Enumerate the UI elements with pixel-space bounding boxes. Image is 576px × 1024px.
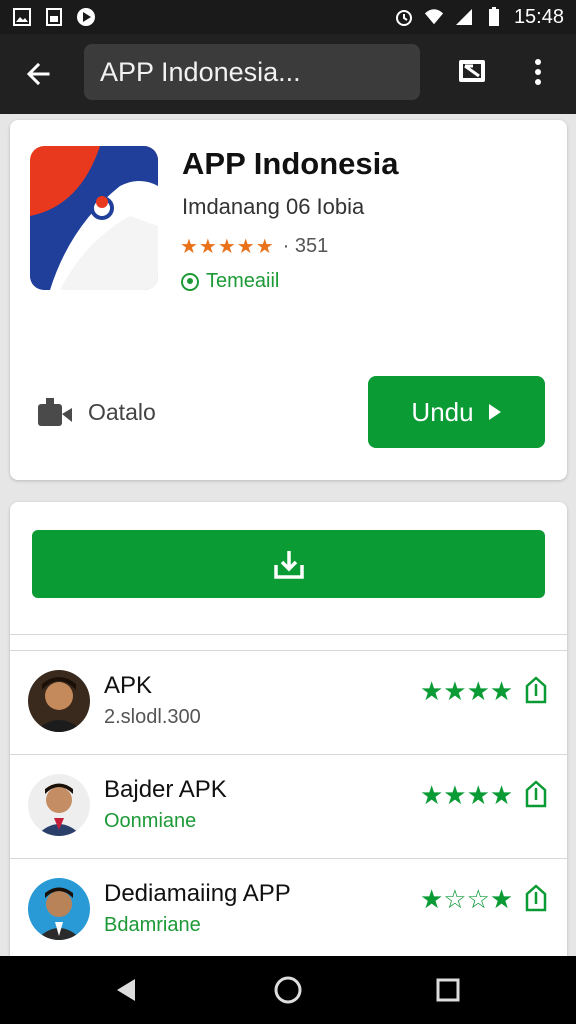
- more-options-button[interactable]: [518, 52, 558, 92]
- share-icon: [38, 398, 72, 426]
- download-button[interactable]: [32, 530, 545, 598]
- avatar: [28, 878, 90, 940]
- tag-label: Temeaiil: [206, 270, 280, 292]
- item-title: Dediamaiing APP: [104, 880, 291, 907]
- divider: [10, 634, 567, 635]
- list-item[interactable]: Dediamaiing APP Bdamriane ★☆☆★: [10, 860, 567, 962]
- play-arrow-icon: [488, 404, 501, 420]
- download-icon: [273, 551, 304, 579]
- app-name: APP Indonesia: [182, 146, 399, 181]
- list-card: APK 2.slodl.300 ★★★★ Bajder APK Oonmiane…: [10, 502, 567, 962]
- status-bar: 15:48: [0, 0, 576, 34]
- tag-row: Temeaiil: [180, 270, 279, 293]
- list-item[interactable]: APK 2.slodl.300 ★★★★: [10, 652, 567, 754]
- play-store-icon: [76, 7, 96, 27]
- divider: [10, 650, 567, 651]
- sim-card-icon: [44, 7, 64, 27]
- toolbar: APP Indonesia...: [0, 34, 576, 114]
- item-rating-stars: ★☆☆★: [420, 884, 514, 914]
- nav-recents-button[interactable]: [428, 970, 468, 1010]
- more-vert-icon: [535, 59, 541, 85]
- rating-count: · 351: [282, 235, 329, 257]
- item-rating-stars: ★★★★: [420, 780, 514, 810]
- avatar: [28, 774, 90, 836]
- wifi-icon: [424, 7, 444, 27]
- nav-back-button[interactable]: [106, 970, 146, 1010]
- item-title: APK: [104, 672, 153, 699]
- item-subtitle: Bdamriane: [104, 914, 201, 936]
- location-icon: [181, 272, 199, 291]
- rating-stars: ★★★★★: [180, 236, 275, 258]
- app-icon[interactable]: [30, 146, 158, 290]
- search-box[interactable]: APP Indonesia...: [84, 44, 420, 100]
- search-text: APP Indonesia...: [100, 56, 301, 87]
- item-subtitle: 2.slodl.300: [104, 706, 201, 728]
- list-item[interactable]: Bajder APK Oonmiane ★★★★: [10, 756, 567, 858]
- triangle-back-icon: [117, 979, 135, 1001]
- divider: [10, 754, 567, 755]
- back-button[interactable]: [0, 34, 76, 114]
- rating-row: ★★★★★ · 351: [180, 234, 328, 259]
- battery-icon: [484, 7, 504, 27]
- avatar: [28, 670, 90, 732]
- bookmark-icon[interactable]: [524, 780, 548, 808]
- divider: [10, 858, 567, 859]
- app-card: APP Indonesia Imdanang 06 Iobia ★★★★★ · …: [10, 120, 567, 480]
- item-subtitle: Oonmiane: [104, 810, 197, 832]
- arrow-back-icon: [26, 62, 50, 86]
- item-title: Bajder APK: [104, 776, 227, 803]
- bookmark-icon[interactable]: [524, 676, 548, 704]
- cast-button[interactable]: [452, 52, 492, 92]
- status-time: 15:48: [513, 5, 564, 28]
- detail-label: Oatalo: [88, 398, 156, 425]
- bookmark-icon[interactable]: [524, 884, 548, 912]
- cast-icon: [459, 60, 485, 82]
- circle-home-icon: [274, 976, 302, 1004]
- signal-icon: [454, 7, 474, 27]
- install-button[interactable]: Undu: [368, 376, 545, 448]
- gallery-icon: [12, 7, 32, 27]
- item-rating-stars: ★★★★: [420, 676, 514, 706]
- nav-home-button[interactable]: [268, 970, 308, 1010]
- navigation-bar: [0, 956, 576, 1024]
- developer-name[interactable]: Imdanang 06 Iobia: [182, 194, 364, 220]
- square-recents-icon: [436, 978, 460, 1002]
- detail-row[interactable]: Oatalo: [38, 396, 156, 428]
- install-label: Undu: [411, 396, 474, 427]
- alarm-icon: [394, 7, 414, 27]
